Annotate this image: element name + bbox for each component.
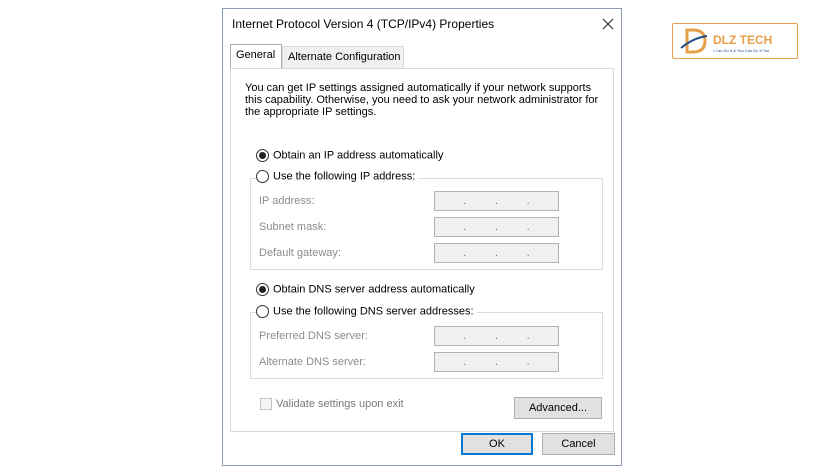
radio-indicator: [256, 283, 269, 296]
use-static-ip-radio[interactable]: Use the following IP address:: [256, 170, 419, 183]
obtain-dns-auto-label: Obtain DNS server address automatically: [273, 283, 475, 296]
radio-indicator: [256, 305, 269, 318]
window-title: Internet Protocol Version 4 (TCP/IPv4) P…: [232, 17, 495, 31]
obtain-dns-auto-radio[interactable]: Obtain DNS server address automatically: [256, 283, 475, 296]
default-gateway-field[interactable]: ...: [434, 243, 559, 263]
use-static-dns-label: Use the following DNS server addresses:: [273, 305, 474, 318]
dlz-tech-logo-mark-icon: DLZ TECH I Can Do It & You Can Do It Too: [680, 28, 772, 54]
checkbox-box: [260, 398, 272, 411]
obtain-ip-auto-radio[interactable]: Obtain an IP address automatically: [256, 149, 443, 162]
close-button[interactable]: [595, 11, 621, 37]
logo-wordmark: DLZ TECH: [713, 33, 772, 47]
description-text: You can get IP settings assigned automat…: [245, 82, 599, 118]
alternate-dns-label: Alternate DNS server:: [259, 356, 366, 368]
preferred-dns-field[interactable]: ...: [434, 326, 559, 346]
alternate-dns-field[interactable]: ...: [434, 352, 559, 372]
obtain-ip-auto-label: Obtain an IP address automatically: [273, 149, 444, 162]
ip-address-field[interactable]: ...: [434, 191, 559, 211]
validate-settings-checkbox[interactable]: Validate settings upon exit: [260, 398, 404, 411]
subnet-mask-field[interactable]: ...: [434, 217, 559, 237]
general-tab-panel: You can get IP settings assigned automat…: [230, 68, 614, 432]
subnet-mask-label: Subnet mask:: [259, 221, 327, 233]
preferred-dns-label: Preferred DNS server:: [259, 330, 368, 342]
default-gateway-label: Default gateway:: [259, 247, 341, 259]
cancel-button[interactable]: Cancel: [542, 433, 615, 455]
ip-address-label: IP address:: [259, 195, 315, 207]
ok-button[interactable]: OK: [461, 433, 533, 455]
radio-indicator: [256, 149, 269, 162]
validate-settings-label: Validate settings upon exit: [276, 398, 404, 410]
logo-tagline: I Can Do It & You Can Do It Too: [713, 48, 770, 53]
use-static-ip-label: Use the following IP address:: [273, 170, 416, 183]
tab-alternate-configuration[interactable]: Alternate Configuration: [282, 46, 404, 68]
dlz-tech-logo: DLZ TECH I Can Do It & You Can Do It Too: [672, 23, 798, 59]
advanced-button[interactable]: Advanced...: [514, 397, 602, 419]
ipv4-properties-dialog: Internet Protocol Version 4 (TCP/IPv4) P…: [222, 8, 622, 466]
tab-general[interactable]: General: [230, 44, 282, 68]
close-icon: [602, 18, 614, 30]
title-bar: Internet Protocol Version 4 (TCP/IPv4) P…: [223, 9, 621, 39]
use-static-dns-radio[interactable]: Use the following DNS server addresses:: [256, 305, 477, 318]
radio-indicator: [256, 170, 269, 183]
